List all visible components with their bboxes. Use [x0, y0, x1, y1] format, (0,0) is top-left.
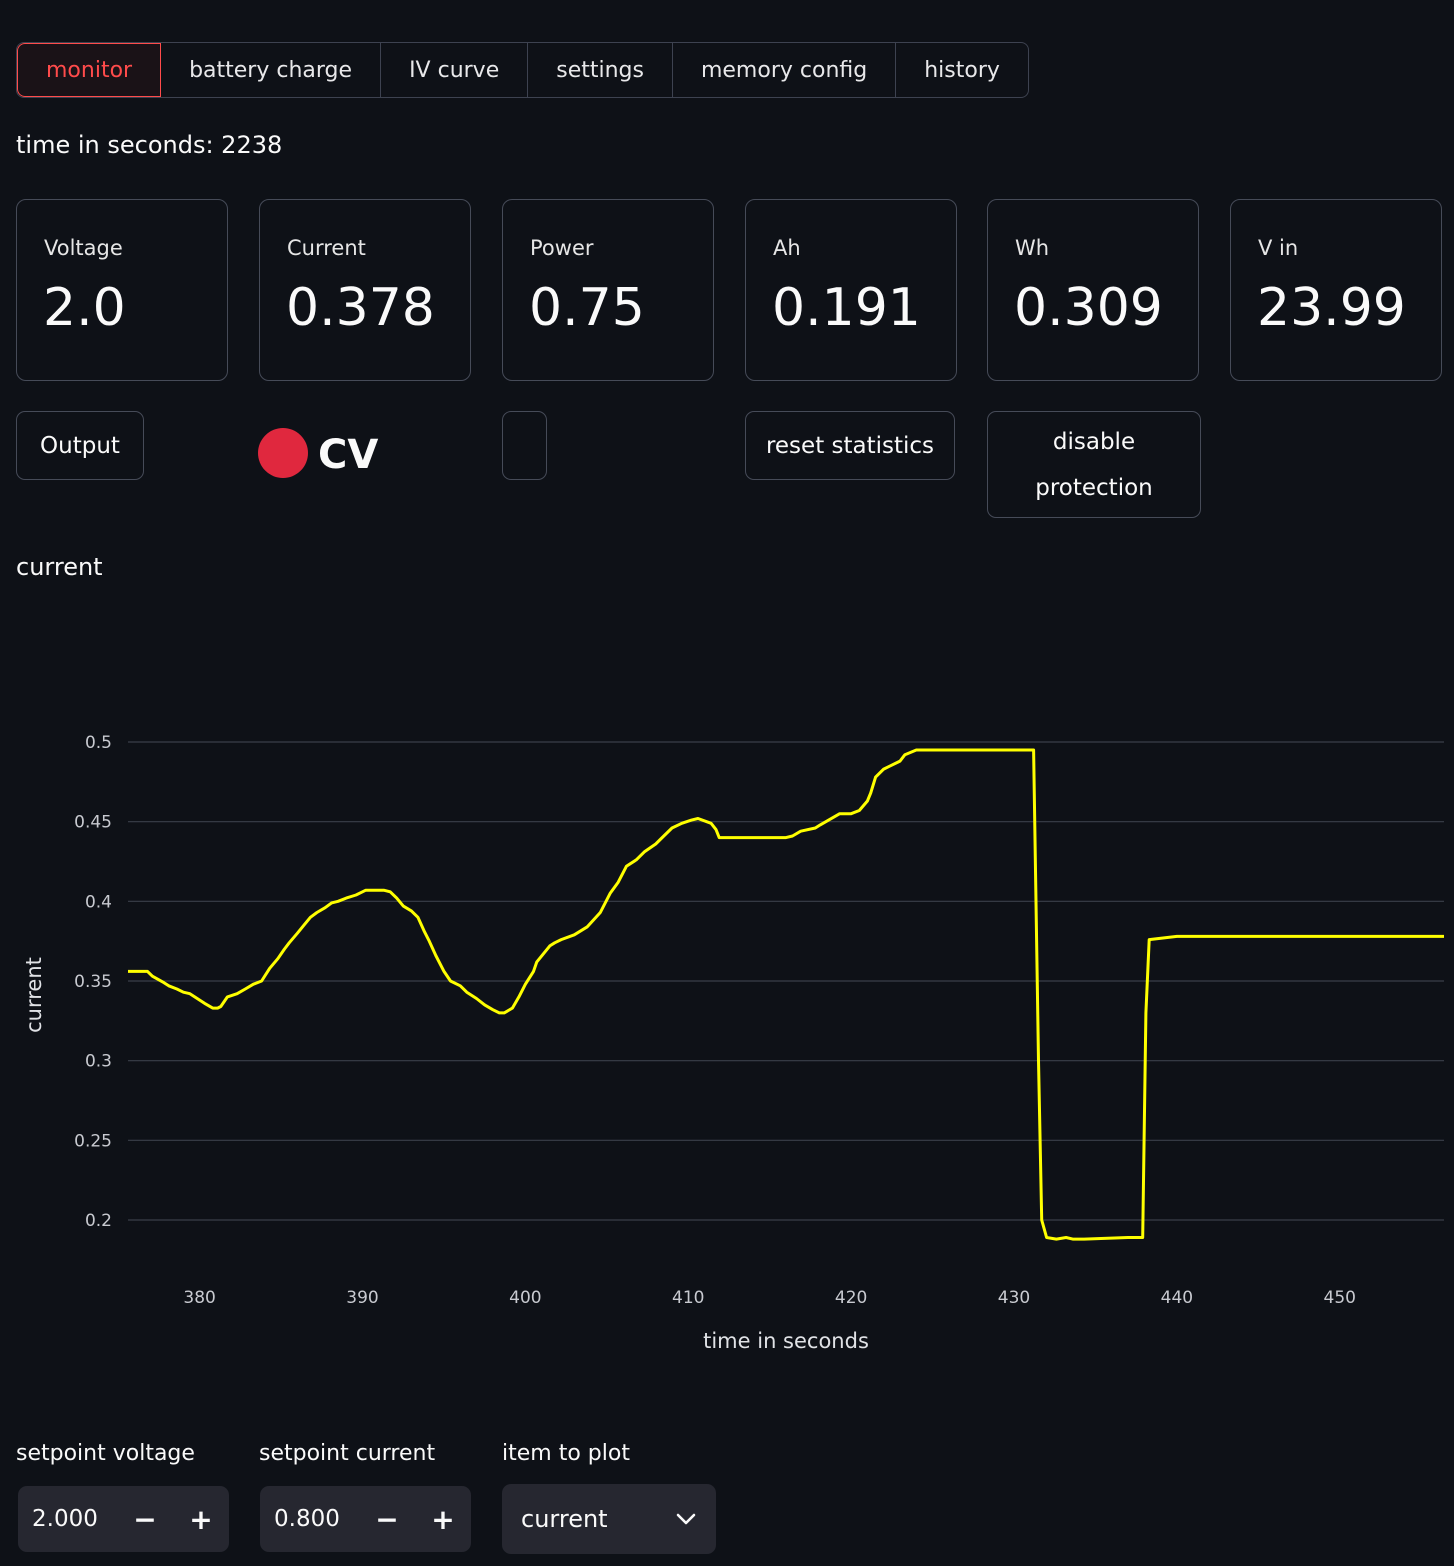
- mode-label: CV: [318, 432, 379, 478]
- metric-card-power: Power 0.75: [502, 199, 714, 381]
- metric-label: Ah: [773, 236, 801, 260]
- y-tick-label: 0.5: [85, 733, 112, 753]
- metric-value: 23.99: [1257, 278, 1406, 338]
- tab-battery-charge[interactable]: battery charge: [161, 43, 382, 97]
- x-axis-label: time in seconds: [703, 1329, 869, 1353]
- output-button[interactable]: Output: [16, 411, 144, 480]
- y-tick-label: 0.2: [85, 1211, 112, 1231]
- item-to-plot-value: current: [521, 1505, 608, 1533]
- metric-label: Power: [530, 236, 594, 260]
- chevron-down-icon: [656, 1513, 716, 1525]
- tab-memory-config[interactable]: memory config: [673, 43, 897, 97]
- y-tick-label: 0.3: [85, 1052, 112, 1072]
- y-tick-label: 0.25: [74, 1131, 112, 1151]
- metric-card-vin: V in 23.99: [1230, 199, 1442, 381]
- y-axis-label: current: [22, 957, 46, 1033]
- tab-history[interactable]: history: [896, 43, 1028, 97]
- decrement-button[interactable]: −: [359, 1486, 415, 1552]
- metric-card-voltage: Voltage 2.0: [16, 199, 228, 381]
- setpoint-current-input[interactable]: 0.800: [260, 1506, 359, 1532]
- metric-value: 0.75: [529, 278, 645, 338]
- current-line-chart: 0.2 0.25 0.3 0.35 0.4 0.45 0.5 380 390 400 410 420 4…: [22, 733, 1444, 1353]
- metric-label: Current: [287, 236, 366, 260]
- elapsed-time-text: time in seconds: 2238: [16, 131, 283, 159]
- tab-monitor[interactable]: monitor: [17, 43, 162, 97]
- metric-value: 0.309: [1014, 278, 1163, 338]
- metric-label: Wh: [1015, 236, 1050, 260]
- item-to-plot-select[interactable]: current: [502, 1484, 716, 1554]
- metric-card-wh: Wh 0.309: [987, 199, 1199, 381]
- y-tick-label: 0.45: [74, 813, 112, 833]
- series-line-current: [128, 748, 1444, 1241]
- decrement-button[interactable]: −: [117, 1486, 173, 1552]
- metric-label: Voltage: [44, 236, 123, 260]
- x-tick-label: 420: [835, 1288, 867, 1308]
- metric-card-current: Current 0.378: [259, 199, 471, 381]
- reset-statistics-button[interactable]: reset statistics: [745, 411, 955, 480]
- tab-iv-curve[interactable]: IV curve: [381, 43, 529, 97]
- metric-card-ah: Ah 0.191: [745, 199, 957, 381]
- y-tick-label: 0.4: [85, 892, 112, 912]
- increment-button[interactable]: +: [173, 1486, 229, 1552]
- x-tick-label: 390: [346, 1288, 378, 1308]
- metric-value: 0.378: [286, 278, 435, 338]
- x-tick-label: 430: [998, 1288, 1030, 1308]
- mode-indicator-dot: [258, 428, 308, 478]
- setpoint-voltage-input[interactable]: 2.000: [18, 1506, 117, 1532]
- x-tick-label: 450: [1324, 1288, 1356, 1308]
- chart-title: current: [16, 553, 103, 581]
- setpoint-voltage-stepper: 2.000 − +: [18, 1486, 229, 1552]
- x-tick-label: 380: [183, 1288, 215, 1308]
- metric-value: 2.0: [43, 278, 126, 338]
- disable-protection-label-line2: protection: [1035, 474, 1153, 501]
- increment-button[interactable]: +: [415, 1486, 471, 1552]
- x-tick-label: 410: [672, 1288, 704, 1308]
- disable-protection-label-line1: disable: [1052, 428, 1136, 455]
- item-to-plot-label: item to plot: [502, 1441, 630, 1466]
- blank-button[interactable]: [502, 411, 547, 480]
- x-tick-label: 400: [509, 1288, 541, 1308]
- x-tick-label: 440: [1161, 1288, 1193, 1308]
- setpoint-current-label: setpoint current: [259, 1441, 436, 1466]
- y-tick-label: 0.35: [74, 972, 112, 992]
- setpoint-voltage-label: setpoint voltage: [16, 1441, 195, 1466]
- disable-protection-button[interactable]: disable protection: [987, 411, 1201, 518]
- metric-value: 0.191: [772, 278, 921, 338]
- tab-bar: monitor battery charge IV curve settings…: [16, 42, 1029, 98]
- setpoint-current-stepper: 0.800 − +: [260, 1486, 471, 1552]
- tab-settings[interactable]: settings: [528, 43, 673, 97]
- metric-label: V in: [1258, 236, 1299, 260]
